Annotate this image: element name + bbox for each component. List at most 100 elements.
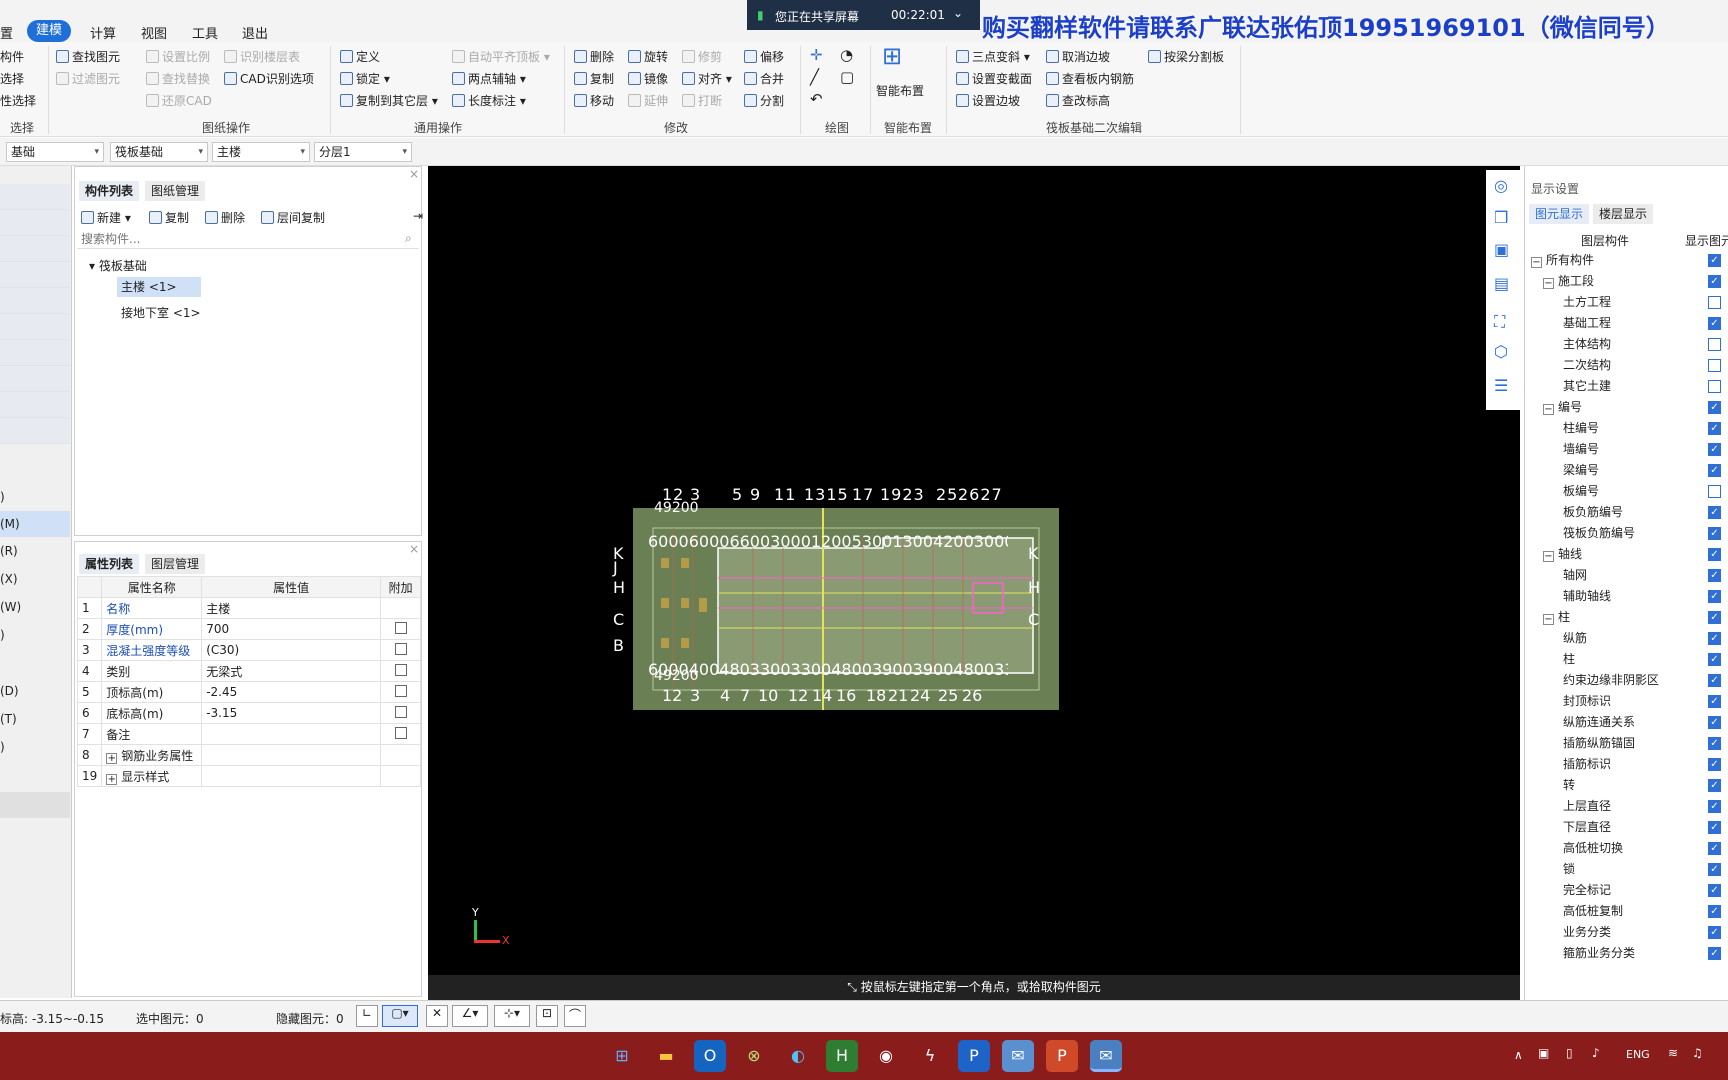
- identify-floor-table-button[interactable]: 识别楼层表: [224, 48, 300, 65]
- trim-button[interactable]: 修剪: [682, 48, 722, 65]
- ortho-icon[interactable]: ∟: [356, 1005, 378, 1027]
- layer-checkbox[interactable]: ✓: [1708, 716, 1721, 729]
- tab-element-display[interactable]: 图元显示: [1529, 204, 1590, 224]
- nav-item[interactable]: (X): [0, 566, 70, 592]
- offset-button[interactable]: 偏移: [744, 48, 784, 65]
- layer-checkbox[interactable]: ✓: [1708, 422, 1721, 435]
- file-explorer-icon[interactable]: ▬: [650, 1040, 682, 1072]
- layer-row[interactable]: 柱编号 ✓: [1525, 418, 1728, 439]
- layer-checkbox[interactable]: ✓: [1708, 926, 1721, 939]
- nav-item[interactable]: (T): [0, 706, 70, 732]
- powerpoint-icon[interactable]: P: [1046, 1040, 1078, 1072]
- tree-item-main[interactable]: 主楼 <1>: [117, 277, 201, 297]
- layer-row[interactable]: 转 ✓: [1525, 775, 1728, 796]
- layer-row[interactable]: 业务分类 ✓: [1525, 922, 1728, 943]
- category-select[interactable]: 基础: [6, 142, 104, 162]
- checkbox[interactable]: [394, 621, 407, 634]
- nav-item[interactable]: (R): [0, 538, 70, 564]
- table-row[interactable]: 7 备注: [76, 723, 421, 745]
- merge-button[interactable]: 合并: [744, 70, 784, 87]
- layer-row[interactable]: − 所有构件 ✓: [1525, 250, 1728, 271]
- angle-icon[interactable]: ∠▾: [452, 1005, 488, 1027]
- app-p-icon[interactable]: P: [958, 1040, 990, 1072]
- line-icon[interactable]: ╱: [810, 68, 819, 86]
- expand-icon[interactable]: +: [106, 773, 118, 785]
- glodon-app-icon[interactable]: ✉: [1090, 1040, 1122, 1072]
- search-icon[interactable]: ⌕: [405, 231, 412, 246]
- language-indicator[interactable]: ENG: [1626, 1048, 1650, 1061]
- two-point-axis-button[interactable]: 两点辅轴 ▾: [452, 70, 526, 87]
- layer-checkbox[interactable]: ✓: [1708, 506, 1721, 519]
- layer-checkbox[interactable]: ✓: [1708, 653, 1721, 666]
- layer-row[interactable]: 轴网 ✓: [1525, 565, 1728, 586]
- layer-row[interactable]: 纵筋 ✓: [1525, 628, 1728, 649]
- table-row[interactable]: 6 底标高(m) -3.15: [76, 702, 421, 724]
- cancel-slope-button[interactable]: 取消边坡: [1046, 48, 1110, 65]
- collapse-icon[interactable]: −: [1531, 257, 1542, 268]
- nav-blank[interactable]: [0, 236, 70, 262]
- collapse-icon[interactable]: −: [1543, 614, 1554, 625]
- tab-floor-display[interactable]: 楼层显示: [1593, 204, 1654, 224]
- type-select[interactable]: 筏板基础: [110, 142, 208, 162]
- layer-row[interactable]: 柱 ✓: [1525, 649, 1728, 670]
- close-icon[interactable]: ×: [409, 542, 419, 556]
- windows-start-icon[interactable]: ⊞: [606, 1040, 638, 1072]
- table-row[interactable]: 19 + 显示样式: [76, 765, 421, 787]
- checkbox[interactable]: [394, 663, 407, 676]
- table-row[interactable]: 1 名称 主楼: [76, 597, 421, 619]
- tray-up-icon[interactable]: ∧: [1514, 1048, 1523, 1062]
- layer-row[interactable]: 插筋标识 ✓: [1525, 754, 1728, 775]
- layer-checkbox[interactable]: ✓: [1708, 569, 1721, 582]
- move-button[interactable]: 移动: [574, 92, 614, 109]
- collapse-icon[interactable]: −: [1543, 278, 1554, 289]
- find-element-button[interactable]: 查找图元: [56, 48, 120, 65]
- more-icon[interactable]: ⇥: [413, 209, 423, 223]
- layer-row[interactable]: 箍筋业务分类 ✓: [1525, 943, 1728, 964]
- align-button[interactable]: 对齐 ▾: [682, 70, 732, 87]
- app-bolt-icon[interactable]: ϟ: [914, 1040, 946, 1072]
- layer-row[interactable]: 板编号: [1525, 481, 1728, 502]
- find-replace-button[interactable]: 查找替换: [146, 70, 210, 87]
- layer-row[interactable]: 板负筋编号 ✓: [1525, 502, 1728, 523]
- snap-icon[interactable]: ⊹▾: [494, 1005, 530, 1027]
- layer-row[interactable]: 锁 ✓: [1525, 859, 1728, 880]
- layer-row[interactable]: 辅助轴线 ✓: [1525, 586, 1728, 607]
- layer-checkbox[interactable]: [1708, 338, 1721, 351]
- edit-elevation-button[interactable]: 查改标高: [1046, 92, 1110, 109]
- nav-blank[interactable]: [0, 262, 70, 288]
- building-outline[interactable]: [717, 537, 1034, 674]
- menu-build[interactable]: 建模: [27, 20, 71, 42]
- wifi-icon[interactable]: ≋: [1668, 1046, 1678, 1060]
- rotate-button[interactable]: 旋转: [628, 48, 668, 65]
- curve-icon[interactable]: ↶: [810, 90, 823, 108]
- layer-row[interactable]: 高低桩复制 ✓: [1525, 901, 1728, 922]
- layer-checkbox[interactable]: ✓: [1708, 779, 1721, 792]
- layer-checkbox[interactable]: ✓: [1708, 254, 1721, 267]
- expand-icon[interactable]: +: [106, 752, 118, 764]
- menu-view[interactable]: 视图: [141, 23, 167, 42]
- variable-section-button[interactable]: 设置变截面: [956, 70, 1032, 87]
- layer-row[interactable]: 完全标记 ✓: [1525, 880, 1728, 901]
- layer-checkbox[interactable]: ✓: [1708, 821, 1721, 834]
- layer-checkbox[interactable]: [1708, 380, 1721, 393]
- layer-row[interactable]: 下层直径 ✓: [1525, 817, 1728, 838]
- object-snap-icon[interactable]: ⊡: [536, 1005, 558, 1027]
- layer-row[interactable]: 主体结构: [1525, 334, 1728, 355]
- layer-checkbox[interactable]: ✓: [1708, 758, 1721, 771]
- ribbon-component[interactable]: 构件: [0, 48, 24, 65]
- collapse-icon[interactable]: −: [1543, 404, 1554, 415]
- 3d-view-icon[interactable]: ❒: [1494, 208, 1508, 227]
- close-icon[interactable]: ×: [409, 167, 419, 181]
- mirror-button[interactable]: 镜像: [628, 70, 668, 87]
- cross-icon[interactable]: ✕: [426, 1005, 448, 1027]
- new-button[interactable]: 新建 ▾: [81, 209, 131, 226]
- table-row[interactable]: 2 厚度(mm) 700: [76, 618, 421, 640]
- tree-root[interactable]: ▾ 筏板基础: [89, 257, 147, 274]
- nav-item[interactable]: (W): [0, 594, 70, 620]
- layer-row[interactable]: − 编号 ✓: [1525, 397, 1728, 418]
- menu-settings[interactable]: 置: [0, 23, 13, 42]
- split-button[interactable]: 分割: [744, 92, 784, 109]
- orbit-icon[interactable]: ◎: [1494, 176, 1508, 195]
- smart-layout-button[interactable]: 智能布置: [876, 82, 924, 99]
- table-row[interactable]: 3 混凝土强度等级 (C30): [76, 639, 421, 661]
